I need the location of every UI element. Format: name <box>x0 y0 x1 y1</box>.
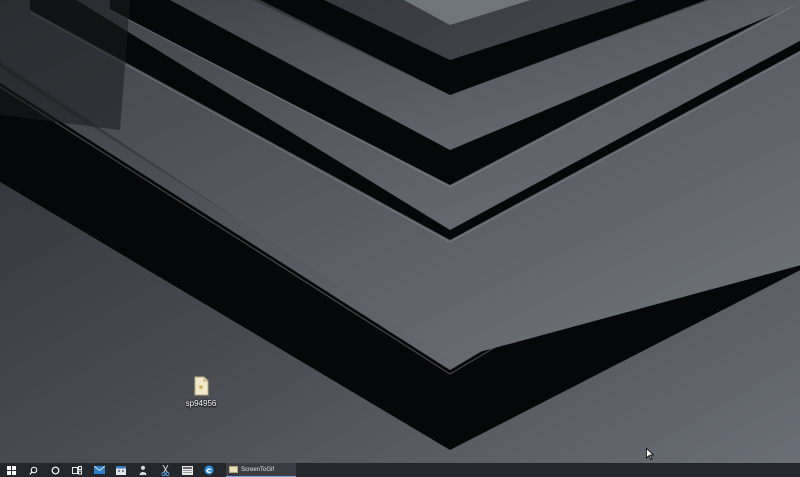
desktop-file-sp94956[interactable]: sp94956 <box>180 376 222 408</box>
cortana-button[interactable] <box>44 463 66 477</box>
search-icon <box>28 466 37 475</box>
document-icon <box>194 376 209 396</box>
media-player-button[interactable] <box>176 463 198 477</box>
mouse-cursor-icon <box>646 448 654 460</box>
mail-button[interactable] <box>88 463 110 477</box>
media-icon <box>181 465 193 475</box>
edge-icon <box>204 465 214 475</box>
user-button[interactable] <box>132 463 154 477</box>
snipping-tool-button[interactable] <box>154 463 176 477</box>
task-view-icon <box>72 465 82 474</box>
windows-logo-icon <box>6 465 16 475</box>
desktop-file-label: sp94956 <box>185 399 217 408</box>
cortana-icon <box>51 466 59 474</box>
desktop[interactable]: sp94956 <box>0 0 800 463</box>
taskbar-app-label: ScreenToGif <box>241 466 275 473</box>
wallpaper <box>0 0 800 463</box>
user-icon <box>139 465 147 475</box>
search-button[interactable] <box>22 463 44 477</box>
start-button[interactable] <box>0 463 22 477</box>
calendar-button[interactable] <box>110 463 132 477</box>
taskbar-app-screentogif[interactable]: ScreenToGif <box>226 463 296 477</box>
edge-button[interactable] <box>198 463 220 477</box>
task-view-button[interactable] <box>66 463 88 477</box>
mail-icon <box>93 466 105 474</box>
scissors-icon <box>160 464 170 476</box>
calendar-icon <box>116 465 126 475</box>
taskbar: ScreenToGif <box>0 463 800 477</box>
screentogif-icon <box>229 466 238 473</box>
